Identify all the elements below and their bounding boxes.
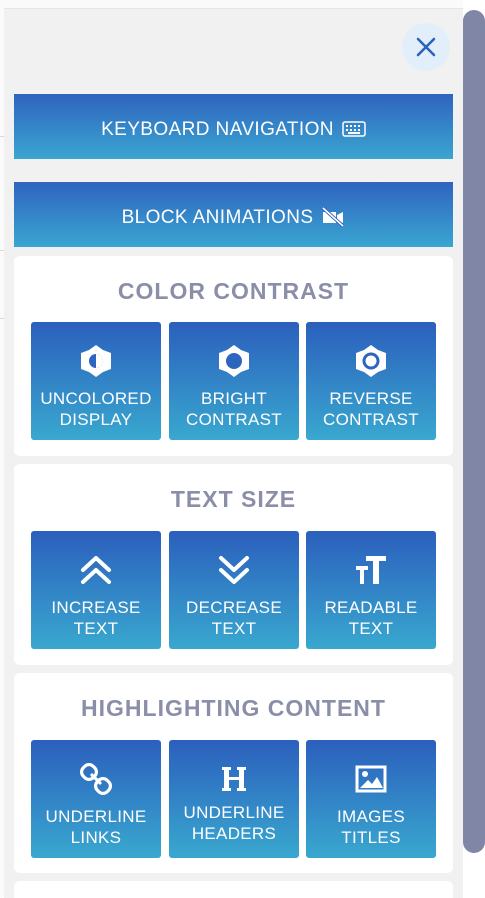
decrease-text-button[interactable]: DECREASE TEXT <box>169 531 299 649</box>
close-icon <box>416 37 436 57</box>
block-animations-label: BLOCK ANIMATIONS <box>121 206 314 228</box>
reverse-contrast-button[interactable]: REVERSE CONTRAST <box>306 322 436 440</box>
keyboard-navigation-label: KEYBOARD NAVIGATION <box>101 118 334 140</box>
tile-label: DECREASE TEXT <box>186 598 282 638</box>
image-icon <box>306 760 436 798</box>
tile-label: UNDERLINE LINKS <box>45 807 147 847</box>
section-title: COLOR CONTRAST <box>117 278 350 304</box>
section-title: HIGHLIGHTING CONTENT <box>81 695 386 721</box>
tile-label: IMAGES TITLES <box>337 807 405 847</box>
text-size-section: TEXT SIZE INCREASE TEXT DECREASE TEXT RE… <box>14 464 453 665</box>
tile-label: REVERSE CONTRAST <box>323 389 419 429</box>
uncolored-display-button[interactable]: UNCOLORED DISPLAY <box>31 322 161 440</box>
bright-contrast-button[interactable]: BRIGHT CONTRAST <box>169 322 299 440</box>
underline-headers-button[interactable]: UNDERLINE HEADERS <box>169 740 299 858</box>
link-icon <box>31 760 161 798</box>
underline-links-button[interactable]: UNDERLINE LINKS <box>31 740 161 858</box>
highlighting-content-section: HIGHLIGHTING CONTENT UNDERLINE LINKS UND… <box>14 673 453 873</box>
keyboard-navigation-button[interactable]: KEYBOARD NAVIGATION <box>14 94 453 159</box>
double-chevron-down-icon <box>169 551 299 589</box>
scrollbar-thumb[interactable] <box>463 10 485 853</box>
heading-icon <box>169 760 299 798</box>
tile-label: BRIGHT CONTRAST <box>186 389 282 429</box>
increase-text-button[interactable]: INCREASE TEXT <box>31 531 161 649</box>
close-button[interactable] <box>402 23 450 71</box>
block-animations-button[interactable]: BLOCK ANIMATIONS <box>14 182 453 247</box>
tile-label: INCREASE TEXT <box>51 598 141 638</box>
keyboard-icon <box>342 120 366 137</box>
next-section-card <box>14 881 453 898</box>
readable-text-button[interactable]: READABLE TEXT <box>306 531 436 649</box>
tile-label: READABLE TEXT <box>324 598 418 638</box>
double-chevron-up-icon <box>31 551 161 589</box>
tile-label: UNCOLORED DISPLAY <box>40 389 152 429</box>
text-height-icon <box>306 551 436 589</box>
accessibility-panel: KEYBOARD NAVIGATION BLOCK ANIMATIONS COL… <box>4 8 463 898</box>
sun-outline-icon <box>169 342 299 380</box>
color-contrast-section: COLOR CONTRAST UNCOLORED DISPLAY BRIGHT … <box>14 256 453 456</box>
tile-label: UNDERLINE HEADERS <box>183 803 285 843</box>
contrast-icon <box>31 342 161 380</box>
section-title: TEXT SIZE <box>170 486 297 512</box>
images-titles-button[interactable]: IMAGES TITLES <box>306 740 436 858</box>
sun-filled-icon <box>306 342 436 380</box>
video-off-icon <box>322 206 345 227</box>
